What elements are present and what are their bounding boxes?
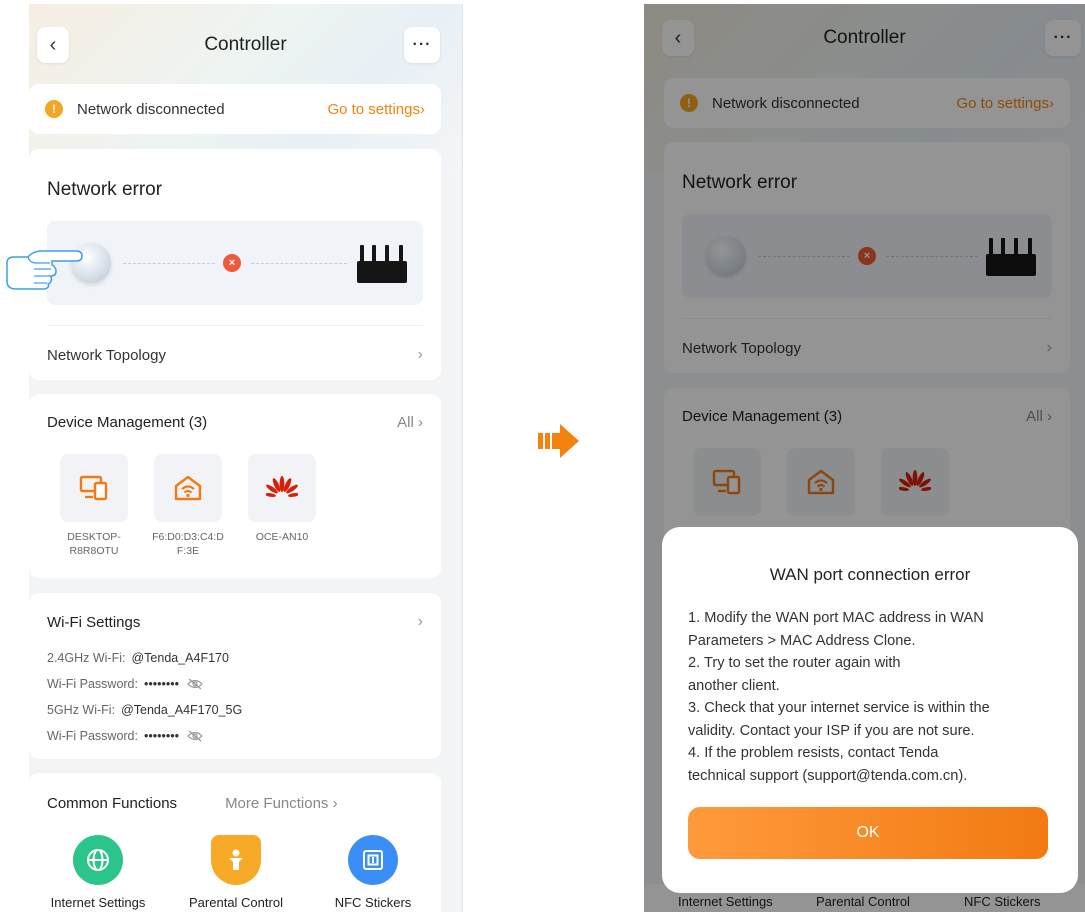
arrow-right-icon [538,424,579,458]
parental-control-button[interactable]: Parental Control [171,835,301,910]
wifi-5g-password: Wi-Fi Password: •••••••• [47,729,203,743]
network-topology-label: Network Topology [47,346,166,364]
app-header: ‹ Controller ··· [29,24,462,68]
wifi-2g-password: Wi-Fi Password: •••••••• [47,677,203,691]
wan-error-dialog: WAN port connection error 1. Modify the … [662,527,1078,893]
nfc-stickers-button[interactable]: NFC Stickers [308,835,438,910]
huawei-logo-icon [248,454,316,522]
all-label: All [397,414,414,431]
topology-diagram: × [47,221,423,305]
hide-password-icon[interactable] [187,678,203,690]
common-functions-title: Common Functions [47,795,178,812]
device-name: OCE-AN10 [255,531,309,543]
phone-screen-before: ‹ Controller ··· ! Network disconnected … [29,4,463,912]
device-management-header[interactable]: Device Management (3) All › [47,414,423,431]
device-management-card: Device Management (3) All › DESKTOP- R8R8… [29,394,441,578]
go-to-settings-label: Go to settings [327,100,420,118]
connection-error-icon[interactable]: × [223,254,241,272]
connection-line-left [123,263,215,264]
device-item[interactable]: F6:D0:D3:C4:D F:3E [143,454,233,558]
phone-screen-after: ‹ Controller ··· ! Network disconnected … [644,4,1085,912]
banner-message: Network disconnected [77,100,225,118]
shield-child-icon [211,835,261,885]
ok-button[interactable]: OK [688,807,1048,859]
network-status-card: Network error × Network Topology › [29,149,441,380]
network-topology-row[interactable]: Network Topology › [47,343,423,367]
globe-icon [73,835,123,885]
network-error-title: Network error [47,179,163,200]
more-icon: ··· [412,36,432,53]
screenshot-stage: ‹ Controller ··· ! Network disconnected … [0,0,1085,912]
network-status-banner: ! Network disconnected Go to settings› [29,84,441,134]
more-functions-link[interactable]: More Functions › [225,795,338,812]
dialog-title: WAN port connection error [769,565,971,584]
device-item[interactable]: OCE-AN10 [237,454,327,544]
router-icon [357,243,407,283]
common-functions-header: Common Functions More Functions › [47,795,423,812]
hide-password-icon[interactable] [187,730,203,742]
function-label: Parental Control [189,895,283,910]
chevron-right-icon: › [417,346,423,363]
wifi-settings-header[interactable]: Wi-Fi Settings › [47,613,423,631]
page-title: Controller [204,34,287,55]
chevron-right-icon: › [417,613,423,630]
wifi-5g-ssid: 5GHz Wi-Fi: @Tenda_A4F170_5G [47,703,243,717]
nfc-icon [348,835,398,885]
all-devices-link[interactable]: All › [397,414,423,431]
function-label: NFC Stickers [334,895,412,910]
wifi-2g-ssid: 2.4GHz Wi-Fi: @Tenda_A4F170 [47,651,229,665]
more-options-button[interactable]: ··· [404,27,440,63]
device-name: F6:D0:D3:C4:D F:3E [152,531,224,557]
go-to-settings-link[interactable]: Go to settings› [327,101,425,118]
divider [47,325,423,326]
chevron-right-icon: › [332,795,338,812]
warning-icon: ! [45,100,63,118]
function-label: Internet Settings [50,895,146,910]
device-item[interactable]: DESKTOP- R8R8OTU [49,454,139,558]
dialog-body: 1. Modify the WAN port MAC address in WA… [688,610,990,784]
connection-line-right [251,263,347,264]
hand-pointer-icon [6,250,83,290]
wifi-settings-title: Wi-Fi Settings [47,613,141,631]
device-management-title: Device Management (3) [47,414,208,431]
computer-icon [60,454,128,522]
router-home-icon [154,454,222,522]
common-functions-card: Common Functions More Functions › Intern… [29,773,441,912]
internet-settings-button[interactable]: Internet Settings [33,835,163,910]
device-name: DESKTOP- R8R8OTU [67,531,121,557]
chevron-right-icon: › [420,100,425,118]
chevron-right-icon: › [418,414,423,431]
wifi-settings-card: Wi-Fi Settings › 2.4GHz Wi-Fi: @Tenda_A4F… [29,593,441,759]
